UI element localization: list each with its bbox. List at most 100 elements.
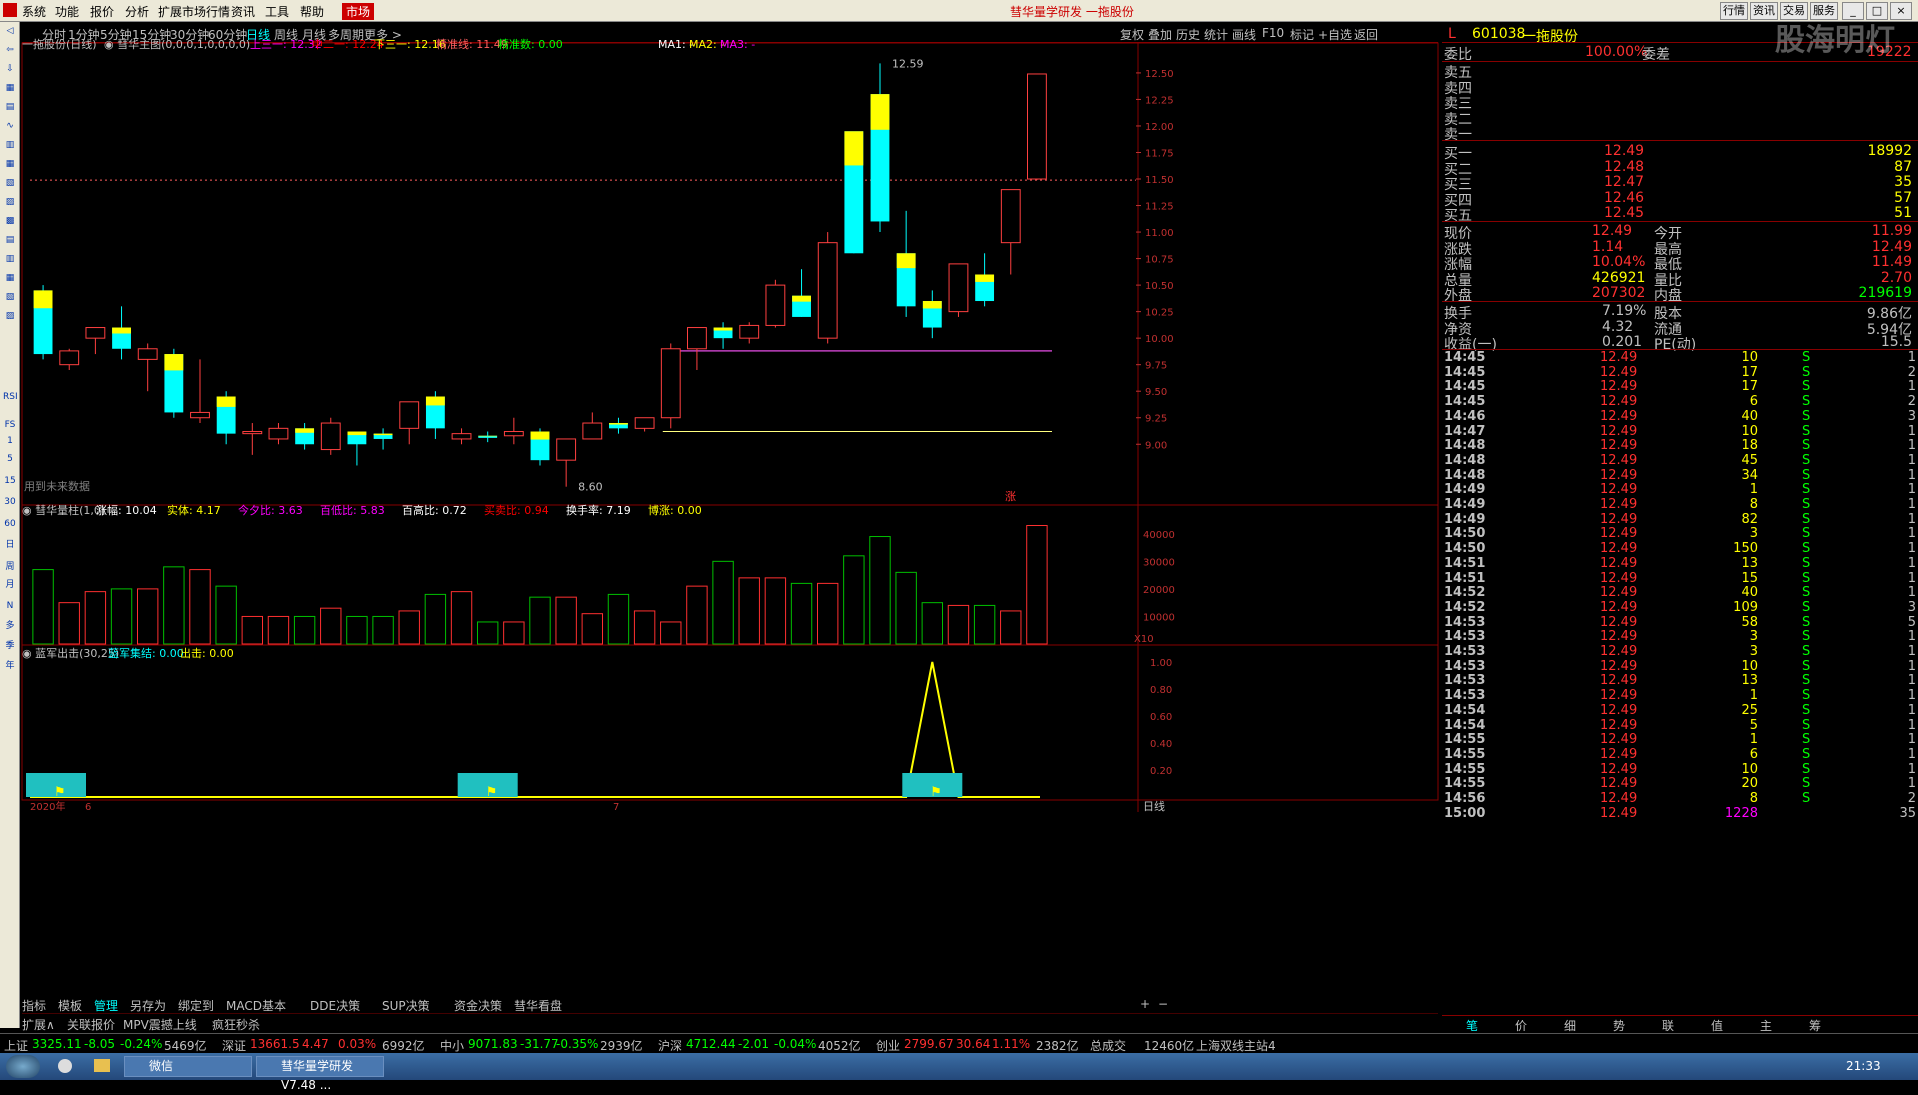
trade-row: 14:53 12.49 3 S 1 bbox=[1442, 629, 1918, 644]
formula-tab[interactable]: 管理 bbox=[94, 997, 118, 1014]
extend-tab[interactable]: 关联报价 bbox=[67, 1016, 115, 1033]
trade-volume: 17 bbox=[1741, 364, 1758, 380]
trade-volume: 3 bbox=[1749, 644, 1758, 659]
volume-pane-frame bbox=[21, 504, 1439, 646]
volume-bar bbox=[136, 588, 159, 645]
high-price-label: 12.59 bbox=[892, 57, 924, 70]
trade-list[interactable]: 14:45 12.49 10 S 1 14:45 12.49 17 S 2 14:45 12.49 17… bbox=[1442, 350, 1918, 1010]
volume-indicator-name[interactable]: ◉ 彗华量柱(1,0) bbox=[22, 503, 105, 517]
index-name[interactable]: 沪深 bbox=[658, 1037, 682, 1054]
trade-count: 1 bbox=[1907, 644, 1916, 659]
trade-row: 14:49 12.49 8 S 1 bbox=[1442, 497, 1918, 512]
vol-tick-label: 40000 bbox=[1143, 530, 1175, 541]
trade-count: 1 bbox=[1907, 497, 1916, 512]
formula-tab[interactable]: 指标 bbox=[22, 997, 46, 1014]
candle-body bbox=[190, 411, 210, 419]
trade-count: 1 bbox=[1907, 732, 1916, 748]
index-name[interactable]: 深证 bbox=[222, 1037, 246, 1054]
stat-value: 12.49 bbox=[1592, 223, 1633, 239]
extend-tab[interactable]: 扩展∧ bbox=[22, 1016, 55, 1033]
trade-volume: 10 bbox=[1741, 761, 1758, 777]
top-right-button[interactable]: 行情 bbox=[1720, 2, 1748, 20]
trade-volume: 15 bbox=[1741, 570, 1758, 586]
right-tab[interactable]: 细 bbox=[1564, 1017, 1576, 1034]
formula-tab[interactable]: 彗华看盘 bbox=[514, 997, 562, 1014]
taskbar-window-button[interactable]: 彗华量学研发V7.48 ... bbox=[256, 1056, 384, 1092]
extend-tab[interactable]: 疯狂秒杀 bbox=[212, 1016, 260, 1033]
y-tick-label: 11.50 bbox=[1145, 175, 1174, 186]
trade-row: 14:56 12.49 8 S 2 bbox=[1442, 791, 1918, 806]
stat-value: 11.99 bbox=[1871, 223, 1912, 239]
trade-count: 1 bbox=[1907, 423, 1916, 439]
weibi-value: 100.00% bbox=[1585, 44, 1648, 60]
trade-side: S bbox=[1802, 364, 1811, 380]
trade-side: S bbox=[1802, 614, 1811, 630]
top-right-button[interactable]: 资讯 bbox=[1750, 2, 1778, 20]
formula-tab[interactable]: SUP决策 bbox=[382, 997, 430, 1014]
trade-price: 12.49 bbox=[1600, 570, 1638, 586]
main-indicator-name[interactable]: ◉ 彗华主图(0,0,0,1,0,0,0,0) bbox=[104, 37, 250, 51]
trade-volume: 1 bbox=[1749, 732, 1758, 748]
volume-bar bbox=[163, 566, 185, 645]
extend-tab[interactable]: MPV震撼上线 bbox=[123, 1016, 197, 1033]
formula-tab[interactable]: DDE决策 bbox=[310, 997, 360, 1014]
index-name[interactable]: 上证 bbox=[4, 1037, 28, 1054]
formula-tab[interactable]: MACD基本 bbox=[226, 997, 286, 1014]
right-tab[interactable]: 价 bbox=[1515, 1017, 1527, 1034]
volume-bar bbox=[424, 593, 447, 645]
trade-count: 1 bbox=[1907, 629, 1916, 645]
formula-bar: 指标 模板 管理 另存为 绑定到 MACD基本 DDE决策 SUP决策 资金决策 彗华看盘 + − bbox=[22, 995, 1438, 1013]
station-label[interactable]: 上海双线主站4 bbox=[1196, 1037, 1276, 1054]
trade-price: 12.49 bbox=[1600, 776, 1638, 792]
vol-tick-label: 30000 bbox=[1143, 557, 1175, 568]
index-pct: 0.03% bbox=[338, 1037, 377, 1051]
formula-tab[interactable]: 资金决策 bbox=[454, 997, 502, 1014]
right-tab[interactable]: 笔 bbox=[1466, 1017, 1478, 1034]
trade-price: 12.49 bbox=[1600, 658, 1638, 674]
trade-row: 15:00 12.49 1228 35 bbox=[1442, 806, 1918, 821]
zoom-out-icon[interactable]: − bbox=[1158, 997, 1168, 1011]
right-tab[interactable]: 值 bbox=[1711, 1017, 1723, 1034]
stock-label: 一拖股份(日线) bbox=[22, 37, 97, 51]
candle-body-top bbox=[896, 253, 916, 269]
start-button-icon[interactable] bbox=[6, 1055, 40, 1078]
formula-tab[interactable]: 模板 bbox=[58, 997, 82, 1014]
signal-indicator-name[interactable]: ◉ 蓝军出击(30,25) bbox=[22, 646, 119, 660]
windows-taskbar: 微信 彗华量学研发V7.48 ... 21:33 bbox=[0, 1053, 1918, 1092]
trade-row: 14:52 12.49 109 S 3 bbox=[1442, 600, 1918, 615]
trade-volume: 8 bbox=[1749, 497, 1758, 512]
taskbar-icon[interactable] bbox=[58, 1059, 72, 1073]
trade-row: 14:54 12.49 25 S 1 bbox=[1442, 703, 1918, 718]
formula-tab[interactable]: 另存为 bbox=[130, 997, 166, 1014]
volume-bar bbox=[503, 621, 525, 645]
right-tab[interactable]: 筹 bbox=[1809, 1017, 1821, 1034]
right-tab[interactable]: 联 bbox=[1662, 1017, 1674, 1034]
index-amount: 2382亿 bbox=[1036, 1039, 1079, 1053]
trade-time: 14:54 bbox=[1444, 717, 1486, 733]
trade-time: 14:45 bbox=[1444, 350, 1486, 365]
volume-bar bbox=[686, 585, 708, 645]
trade-row: 14:48 12.49 45 S 1 bbox=[1442, 453, 1918, 468]
zoom-in-icon[interactable]: + bbox=[1140, 997, 1150, 1011]
formula-bar-2: 扩展∧ 关联报价 MPV震撼上线 疯狂秒杀 bbox=[22, 1013, 1438, 1033]
trade-volume: 6 bbox=[1749, 394, 1758, 410]
formula-tab[interactable]: 绑定到 bbox=[178, 997, 214, 1014]
index-pct: -0.35% bbox=[556, 1037, 599, 1051]
trade-volume: 34 bbox=[1741, 467, 1758, 483]
volume-bar bbox=[738, 577, 760, 645]
kline-chart-area[interactable]: 一拖股份(日线) ◉ 彗华主图(0,0,0,1,0,0,0,0) 上三一: 12.3… bbox=[0, 0, 1442, 1010]
taskbar-window-button[interactable]: 微信 bbox=[124, 1056, 252, 1077]
right-tab[interactable]: 势 bbox=[1613, 1017, 1625, 1034]
candle-body-top bbox=[922, 301, 942, 309]
clock[interactable]: 21:33 bbox=[1846, 1059, 1881, 1073]
trade-time: 15:00 bbox=[1444, 805, 1486, 821]
stat-value: 10.04% bbox=[1592, 254, 1646, 270]
trade-count: 1 bbox=[1907, 717, 1916, 733]
stat-label: 内盘 bbox=[1654, 288, 1682, 304]
index-name[interactable]: 创业 bbox=[876, 1037, 900, 1054]
folder-icon[interactable] bbox=[94, 1059, 110, 1072]
y-tick-label: 12.50 bbox=[1145, 69, 1174, 80]
candle-body-top bbox=[844, 131, 864, 166]
right-tab[interactable]: 主 bbox=[1760, 1017, 1772, 1034]
index-name[interactable]: 中小 bbox=[440, 1037, 464, 1054]
